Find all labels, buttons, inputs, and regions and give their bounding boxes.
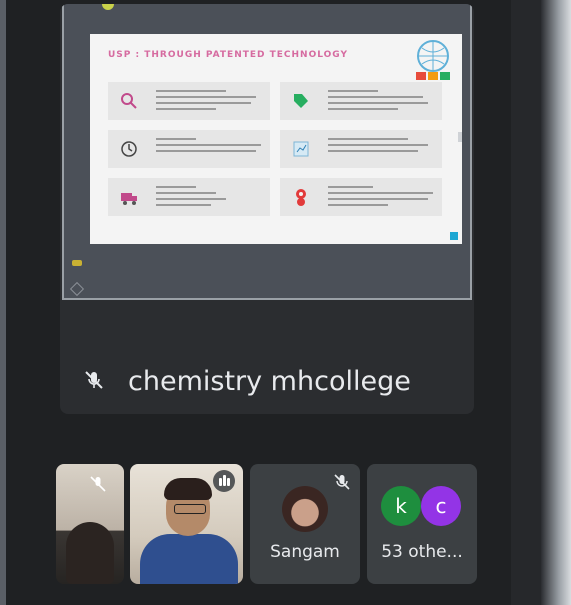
participant-name: Sangam — [270, 542, 340, 562]
participant-video — [66, 522, 114, 584]
avatar — [282, 486, 328, 532]
feature-card — [280, 82, 442, 120]
others-tile[interactable]: k c 53 othe... — [367, 464, 477, 584]
participant-tile[interactable] — [56, 464, 124, 584]
truck-icon — [121, 193, 137, 205]
tag-icon — [294, 94, 308, 108]
avatar: c — [421, 486, 461, 526]
presentation-tile[interactable]: USP : THROUGH PATENTED TECHNOLOGY chemis… — [60, 4, 474, 414]
scroll-handle[interactable] — [458, 132, 462, 142]
window-gap — [511, 0, 541, 605]
feature-card — [280, 130, 442, 168]
search-icon — [121, 93, 137, 109]
clock-icon — [121, 141, 137, 157]
speaking-icon — [213, 470, 235, 492]
window-edge-left — [0, 0, 6, 605]
participant-hair — [164, 478, 212, 500]
chart-icon — [293, 141, 309, 157]
avatar: k — [381, 486, 421, 526]
others-count: 53 othe... — [381, 542, 463, 562]
presenter-label: chemistry mhcollege — [60, 354, 474, 414]
presenter-name: chemistry mhcollege — [128, 366, 411, 397]
window-edge-right — [541, 0, 571, 605]
pencil-icon[interactable] — [69, 281, 85, 297]
glasses — [174, 504, 206, 514]
feature-card — [280, 178, 442, 216]
highlighter-icon[interactable] — [72, 260, 82, 266]
presentation-slide: USP : THROUGH PATENTED TECHNOLOGY — [90, 34, 462, 244]
logo-icon — [416, 40, 450, 80]
participant-tile[interactable]: Sangam — [250, 464, 360, 584]
feature-card — [108, 130, 270, 168]
mic-off-icon — [85, 371, 103, 389]
mic-off-icon — [90, 476, 106, 492]
badge-icon — [102, 4, 114, 10]
shared-screen: USP : THROUGH PATENTED TECHNOLOGY — [62, 4, 472, 300]
mic-off-icon — [334, 474, 350, 490]
gear-icon — [296, 189, 306, 206]
slide-corner-icon — [450, 232, 458, 240]
slide-title: USP : THROUGH PATENTED TECHNOLOGY — [108, 50, 348, 60]
feature-card — [108, 178, 270, 216]
participant-video — [140, 534, 238, 584]
participant-tile[interactable] — [130, 464, 243, 584]
feature-card — [108, 82, 270, 120]
